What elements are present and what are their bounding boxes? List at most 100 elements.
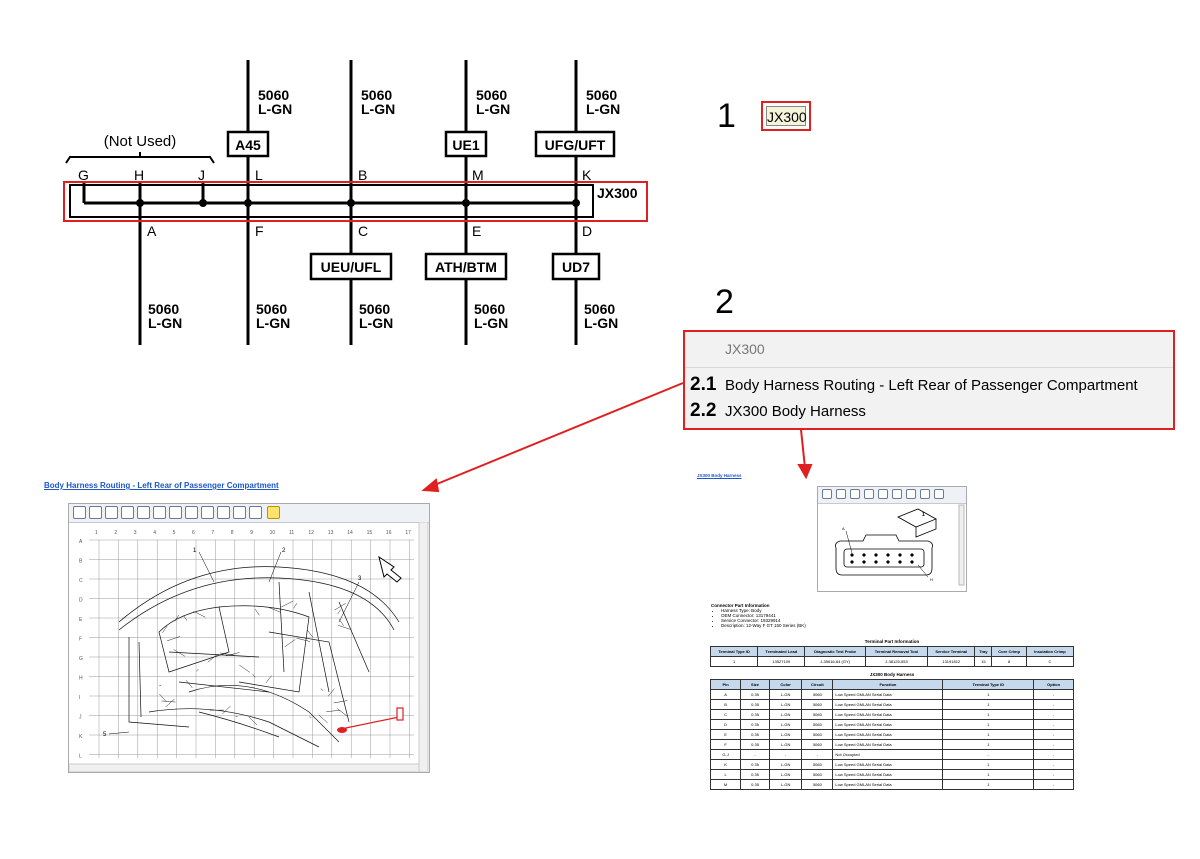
connector-doc-title[interactable]: JX300 Body Harness xyxy=(697,473,742,478)
zoom-out-icon[interactable] xyxy=(105,506,118,519)
option-box: UFG/UFT xyxy=(545,137,606,153)
table-cell: 5060 xyxy=(801,739,834,750)
table-cell: Low Speed GMLAN Serial Data xyxy=(832,759,944,770)
table-row: B 0.35 L-GN 5060 Low Speed GMLAN Serial Data… xyxy=(709,699,1074,710)
table-cell: Low Speed GMLAN Serial Data xyxy=(832,719,944,730)
pin-label: M xyxy=(472,167,484,183)
rotate-right-icon[interactable] xyxy=(920,489,930,499)
grid-row-label: A xyxy=(79,539,83,545)
table-cell: L-GN xyxy=(768,779,803,790)
table-cell: - xyxy=(740,749,770,760)
pan-hand-icon[interactable] xyxy=(892,489,902,499)
grid-column-label: 2 xyxy=(114,530,117,536)
grid-column-label: 5 xyxy=(173,530,176,536)
grid-row-label: F xyxy=(79,637,82,643)
result-number: 2.2 xyxy=(690,400,717,421)
viewer-toolbar xyxy=(69,504,429,523)
connector-button[interactable]: JX300 xyxy=(761,101,811,131)
table-cell: Low Speed GMLAN Serial Data xyxy=(832,689,944,700)
table-row: E 0.35 L-GN 5060 Low Speed GMLAN Serial Data… xyxy=(709,729,1074,740)
pin-label: F xyxy=(255,223,264,239)
table-cell: D xyxy=(709,719,742,730)
option-box: UEU/UFL xyxy=(321,259,382,275)
grid-column-label: 1 xyxy=(95,530,98,536)
fit-all-icon[interactable] xyxy=(934,489,944,499)
zoom-out-icon[interactable] xyxy=(850,489,860,499)
table-row: F 0.35 L-GN 5060 Low Speed GMLAN Serial Data… xyxy=(709,739,1074,750)
pin-label: H xyxy=(134,167,144,183)
column-header: Size xyxy=(740,679,770,690)
select-tool-icon[interactable] xyxy=(73,506,86,519)
table-cell: L-GN xyxy=(768,729,803,740)
table-cell: G-J xyxy=(709,749,742,760)
wire-label-color: L-GN xyxy=(148,315,182,331)
rotate-left-icon[interactable] xyxy=(906,489,916,499)
pin-label: E xyxy=(472,223,481,239)
callout-number: 2 xyxy=(715,283,734,321)
column-header: Tray xyxy=(974,646,993,657)
grid-column-label: 7 xyxy=(211,530,214,536)
zoom-window-icon[interactable] xyxy=(121,506,134,519)
table-cell: L-GN xyxy=(768,709,803,720)
table-title: Terminal Part Information xyxy=(864,639,920,644)
zoom-magnify-icon[interactable] xyxy=(878,489,888,499)
table-cell: C xyxy=(709,709,742,720)
grid-column-label: 12 xyxy=(308,530,314,536)
column-header: Core Crimp xyxy=(991,646,1027,657)
rotate-right-icon[interactable] xyxy=(185,506,198,519)
connector-location-marker xyxy=(337,727,347,733)
table-cell: - xyxy=(1033,709,1074,720)
pan-hand-icon[interactable] xyxy=(153,506,166,519)
routing-doc-title[interactable]: Body Harness Routing - Left Rear of Pass… xyxy=(44,481,279,490)
column-header: Terminal Type ID xyxy=(942,679,1035,690)
zoom-magnify-icon[interactable] xyxy=(137,506,150,519)
column-header: Function xyxy=(832,679,944,690)
connector-image-viewer[interactable]: 1 A H xyxy=(817,486,967,592)
pin-label: K xyxy=(582,167,592,183)
column-header: Terminal Type ID xyxy=(709,646,759,657)
pin-label: B xyxy=(358,167,367,183)
table-cell: 5060 xyxy=(801,759,834,770)
table-cell: 1 xyxy=(942,739,1035,750)
table-cell: 0.35 xyxy=(740,769,770,780)
highlight-icon[interactable] xyxy=(249,506,262,519)
rotate-left-icon[interactable] xyxy=(169,506,182,519)
grid-row-label: I xyxy=(79,695,80,701)
zoom-in-icon[interactable] xyxy=(89,506,102,519)
select-tool-icon[interactable] xyxy=(822,489,832,499)
table-cell: 1 xyxy=(942,709,1035,720)
fit-width-icon[interactable] xyxy=(233,506,246,519)
grid-column-label: 6 xyxy=(192,530,195,536)
fit-all-icon[interactable] xyxy=(201,506,214,519)
table-cell: A xyxy=(709,689,742,700)
grid-row-label: D xyxy=(79,598,83,604)
table-cell: 5060 xyxy=(801,699,834,710)
table-cell: - xyxy=(768,749,803,760)
table-cell: 1 xyxy=(942,779,1035,790)
table-cell: 5060 xyxy=(801,769,834,780)
wire-label-color: L-GN xyxy=(586,101,620,117)
table-cell: M xyxy=(709,779,742,790)
table-cell: Low Speed GMLAN Serial Data xyxy=(832,779,944,790)
grid-row-label: L xyxy=(79,754,82,760)
viewer-toolbar xyxy=(818,487,966,504)
table-cell: L-GN xyxy=(768,699,803,710)
grid-column-label: 10 xyxy=(270,530,276,536)
routing-image-viewer[interactable]: 1 2 3 4 5 6 7 8 9 10 11 12 13 14 15 16 17 A B C D E F G H I J K L 1 2 3… xyxy=(68,503,430,773)
zoom-in-icon[interactable] xyxy=(836,489,846,499)
part-info-list: Harness Type: Body OEM Connector: 131794… xyxy=(711,608,806,628)
routing-callout: 1 xyxy=(193,548,197,554)
table-cell: - xyxy=(1033,759,1074,770)
table-cell: 5060 xyxy=(801,719,834,730)
fit-height-icon[interactable] xyxy=(217,506,230,519)
help-icon[interactable] xyxy=(267,506,280,519)
option-box: UD7 xyxy=(562,259,590,275)
table-cell: 1 xyxy=(942,729,1035,740)
part-info-item: Description: 12-Way F GT 150 Series (BK) xyxy=(721,623,806,628)
grid-column-label: 3 xyxy=(134,530,137,536)
table-cell: 0.35 xyxy=(740,779,770,790)
zoom-window-icon[interactable] xyxy=(864,489,874,499)
column-header: Service Terminal xyxy=(927,646,976,657)
wire-label-color: L-GN xyxy=(476,101,510,117)
table-cell: Low Speed GMLAN Serial Data xyxy=(832,739,944,750)
